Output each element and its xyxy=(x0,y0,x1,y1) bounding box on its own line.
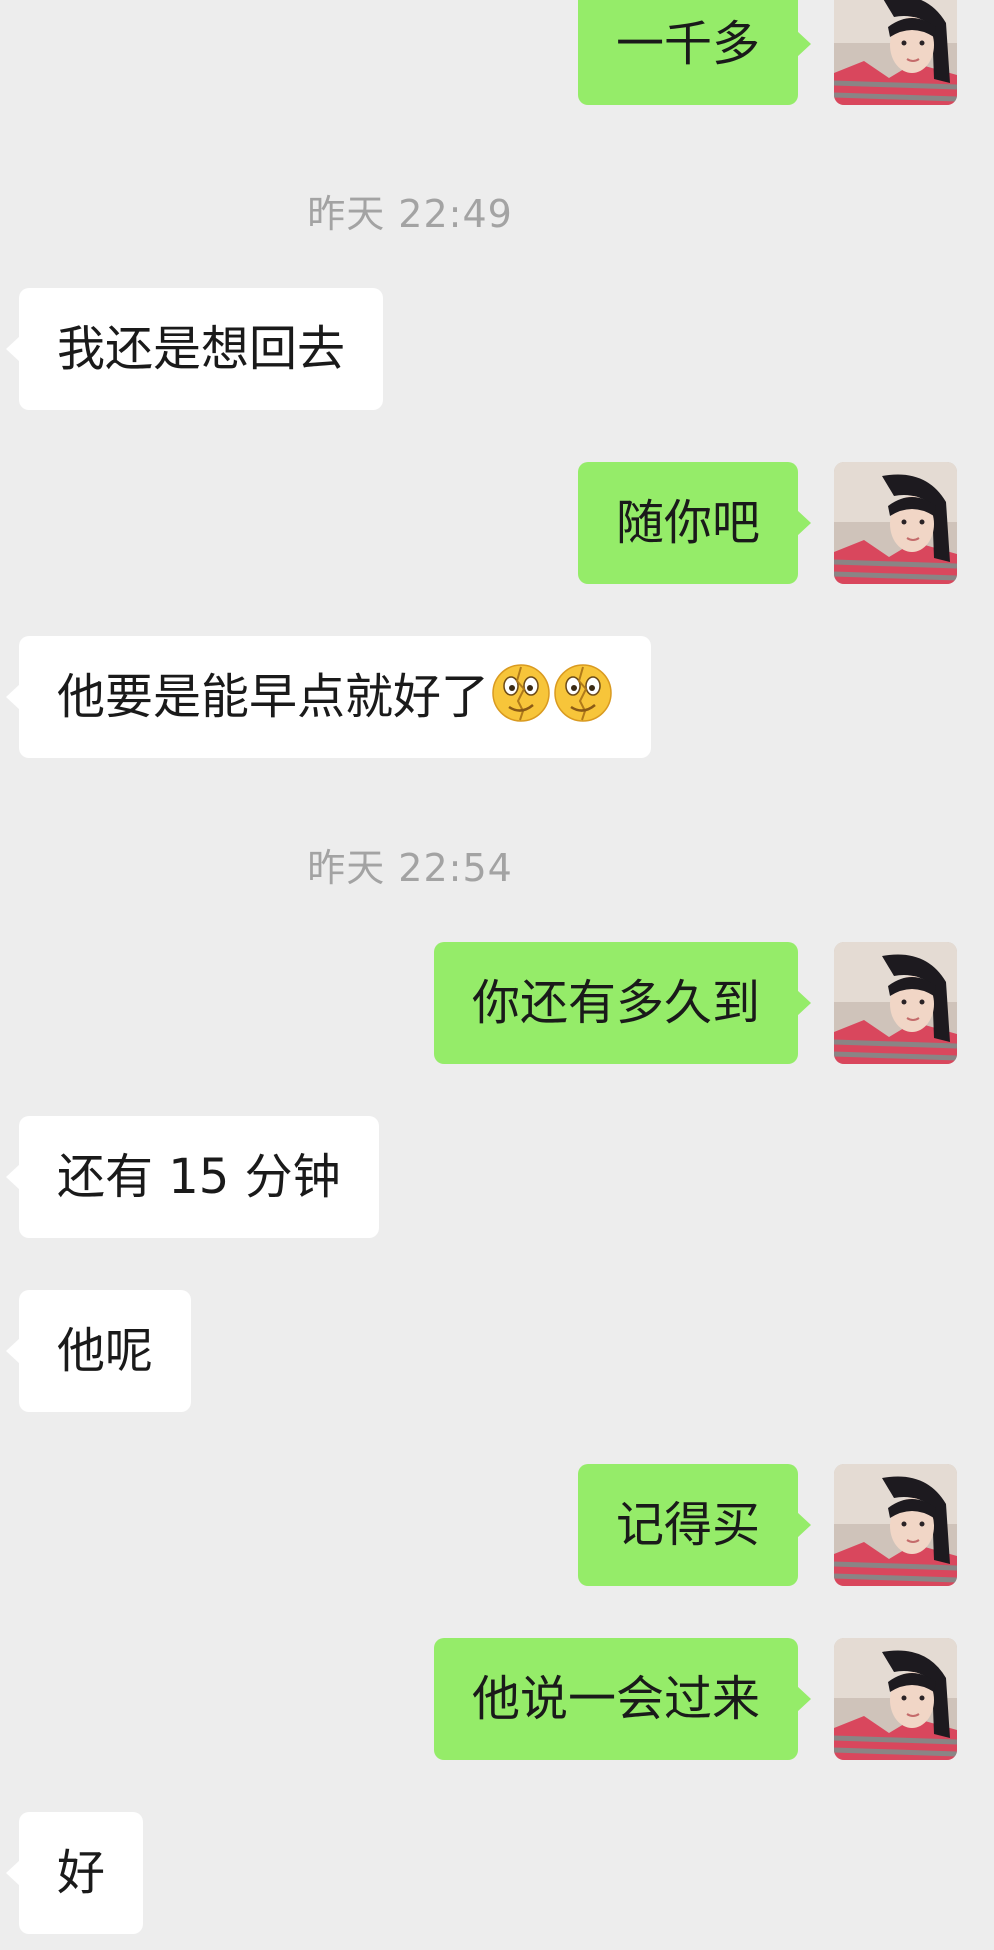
outgoing-message[interactable]: 一千多 xyxy=(577,0,812,105)
outgoing-message[interactable]: 你还有多久到 xyxy=(433,942,812,1064)
broken-face-emoji-icon xyxy=(553,663,613,723)
avatar[interactable] xyxy=(834,462,957,584)
incoming-message[interactable]: 他要是能早点就好了 xyxy=(5,636,652,758)
incoming-message[interactable]: 还有 15 分钟 xyxy=(6,1116,379,1238)
outgoing-message[interactable]: 记得买 xyxy=(577,1464,812,1586)
avatar[interactable] xyxy=(834,942,957,1064)
outgoing-message[interactable]: 随你吧 xyxy=(577,462,812,584)
avatar[interactable] xyxy=(834,1638,957,1760)
avatar[interactable] xyxy=(834,1464,957,1586)
timestamp: 昨天 22:54 xyxy=(307,846,513,890)
broken-face-emoji-icon xyxy=(491,663,551,723)
avatar[interactable] xyxy=(834,0,957,105)
timestamp: 昨天 22:49 xyxy=(307,192,513,236)
incoming-message[interactable]: 好 xyxy=(5,1812,144,1934)
message-text: 他要是能早点就好了 xyxy=(57,669,490,725)
incoming-message[interactable]: 他呢 xyxy=(5,1290,192,1412)
incoming-message[interactable]: 我还是想回去 xyxy=(5,288,384,410)
outgoing-message[interactable]: 他说一会过来 xyxy=(433,1638,812,1760)
